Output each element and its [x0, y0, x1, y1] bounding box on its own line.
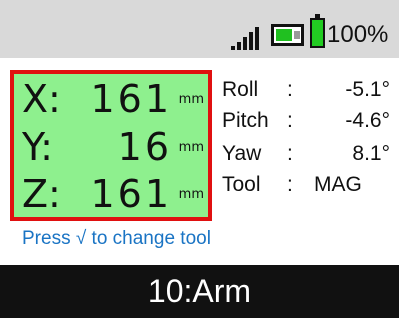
coord-axis-label: Y: — [22, 125, 53, 169]
change-tool-hint: Press √ to change tool — [22, 228, 211, 249]
coord-value-y: 16 — [117, 125, 172, 169]
link-status-icon — [271, 24, 304, 46]
info-row-pitch: Pitch : -4.6° — [222, 109, 392, 139]
coordinate-panel: X: 161 mm Y: 16 mm Z: 161 mm — [10, 70, 212, 221]
coord-row-y: Y: 16 mm — [14, 125, 208, 170]
footer-bar: 10:Arm — [0, 265, 399, 318]
device-screen: 100% X: 161 mm Y: 16 mm Z: 161 mm Roll :… — [0, 0, 399, 318]
coord-unit: mm — [178, 187, 204, 202]
coord-axis-label: X: — [22, 77, 61, 121]
info-value-roll: -5.1° — [345, 78, 390, 101]
coord-unit: mm — [178, 92, 204, 107]
coord-value-x: 161 — [90, 77, 172, 121]
info-value-tool: MAG — [314, 173, 362, 196]
info-label: Roll — [222, 78, 259, 101]
coord-row-z: Z: 161 mm — [14, 172, 208, 217]
coord-axis-label: Z: — [22, 172, 61, 216]
info-row-roll: Roll : -5.1° — [222, 78, 392, 108]
info-colon: : — [287, 142, 293, 165]
coord-row-x: X: 161 mm — [14, 77, 208, 122]
mode-title: 10:Arm — [147, 273, 252, 309]
info-label: Tool — [222, 173, 261, 196]
info-row-yaw: Yaw : 8.1° — [222, 142, 392, 172]
battery-percent: 100% — [327, 21, 389, 48]
info-label: Yaw — [222, 142, 262, 165]
info-value-pitch: -4.6° — [345, 109, 390, 132]
info-value-yaw: 8.1° — [352, 142, 390, 165]
info-label: Pitch — [222, 109, 269, 132]
signal-bars-icon — [231, 24, 267, 50]
info-row-tool: Tool : MAG — [222, 173, 392, 203]
coord-unit: mm — [178, 140, 204, 155]
info-colon: : — [287, 109, 293, 132]
info-colon: : — [287, 173, 293, 196]
status-bar: 100% — [0, 0, 399, 58]
info-colon: : — [287, 78, 293, 101]
coord-value-z: 161 — [90, 172, 172, 216]
battery-icon — [310, 14, 325, 48]
